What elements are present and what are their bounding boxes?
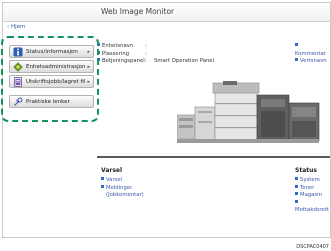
- bullet-icon: [295, 58, 298, 61]
- device-management-icon: [12, 61, 23, 72]
- list-item[interactable]: Toner: [295, 184, 330, 193]
- bullet-icon: [295, 177, 298, 180]
- app-title: Web Image Monitor: [101, 7, 175, 16]
- device-info-colon: :: [145, 50, 147, 57]
- device-info-key: Plassering: [102, 50, 130, 57]
- bullet-icon: [101, 184, 104, 188]
- home-link-label: Hjem: [10, 24, 26, 30]
- print-job-icon: [12, 76, 23, 87]
- varsel-title: Varsel: [101, 167, 123, 174]
- device-info-row: Enhetsnavn :: [97, 43, 214, 51]
- device-info-key: Betjeningspanel: [102, 58, 145, 64]
- bullet-icon: [295, 43, 298, 46]
- varsel-list: Varsel Meldinger (Jobkomentar): [101, 177, 144, 200]
- chevron-right-icon: ▸: [87, 63, 90, 70]
- bullet-icon: [295, 192, 298, 195]
- list-item[interactable]: System: [295, 177, 330, 185]
- list-item[interactable]: Mottaksbrett: [295, 199, 330, 215]
- list-item[interactable]: Magasin: [295, 192, 330, 200]
- sidebar-item-device-management[interactable]: Enhetsadministrasjon ▸: [9, 60, 94, 73]
- sidebar-item-label: Enhetsadministrasjon: [26, 63, 86, 70]
- device-links: Kommentar Vertsnavn: [295, 43, 330, 66]
- device-info-row: Plassering :: [97, 50, 214, 59]
- comment-link[interactable]: Kommentar: [295, 43, 330, 58]
- sidebar-menu-highlight: Status/informasjon ▸ Enhetsadministrasjo…: [1, 36, 99, 122]
- device-info-value: Smart Operation Panel: [154, 58, 215, 64]
- device-info: Enhetsnavn : Plassering : Betjeningspane…: [97, 43, 214, 66]
- chevron-right-icon: ▸: [87, 48, 90, 55]
- home-link[interactable]: ‹ Hjem: [7, 24, 25, 30]
- page-header: Web Image Monitor: [3, 3, 330, 22]
- hostname-link[interactable]: Vertsnavn: [295, 58, 330, 66]
- printer-image: [177, 81, 320, 143]
- device-info-colon: :: [145, 43, 147, 49]
- info-icon: [12, 46, 23, 57]
- status-title: Status: [295, 167, 317, 174]
- sidebar-item-print-job[interactable]: Utskriftsjobb/lagret fil ▸: [9, 75, 94, 88]
- list-item[interactable]: Varsel: [101, 177, 144, 185]
- sidebar-item-practical-links[interactable]: Praktiske lenker: [9, 95, 94, 108]
- home-arrow-icon: ‹: [7, 24, 10, 30]
- links-icon: [12, 96, 23, 107]
- chevron-right-icon: ▸: [87, 78, 90, 85]
- list-item[interactable]: (Jobkomentar): [101, 192, 144, 200]
- bullet-icon: [295, 199, 298, 203]
- bullet-icon: [295, 184, 298, 188]
- device-info-key: Enhetsnavn: [102, 43, 134, 49]
- figure-code: DSCPAC0407: [296, 244, 329, 250]
- status-list: System Toner Magasin Mottaksbrett: [295, 177, 330, 215]
- sidebar-item-label: Status/informasjon: [26, 48, 78, 55]
- sidebar-item-label: Utskriftsjobb/lagret fil: [26, 78, 86, 85]
- main-panel: Enhetsnavn : Plassering : Betjeningspane…: [97, 43, 330, 237]
- sidebar-item-status-info[interactable]: Status/informasjon ▸: [9, 45, 94, 58]
- device-info-colon: :: [145, 58, 147, 64]
- list-item[interactable]: Meldinger: [101, 184, 144, 193]
- device-info-row: Betjeningspanel : Smart Operation Panel: [97, 58, 214, 66]
- bullet-icon: [101, 177, 104, 180]
- status-divider: [97, 156, 330, 158]
- sidebar-item-label: Praktiske lenker: [26, 98, 70, 105]
